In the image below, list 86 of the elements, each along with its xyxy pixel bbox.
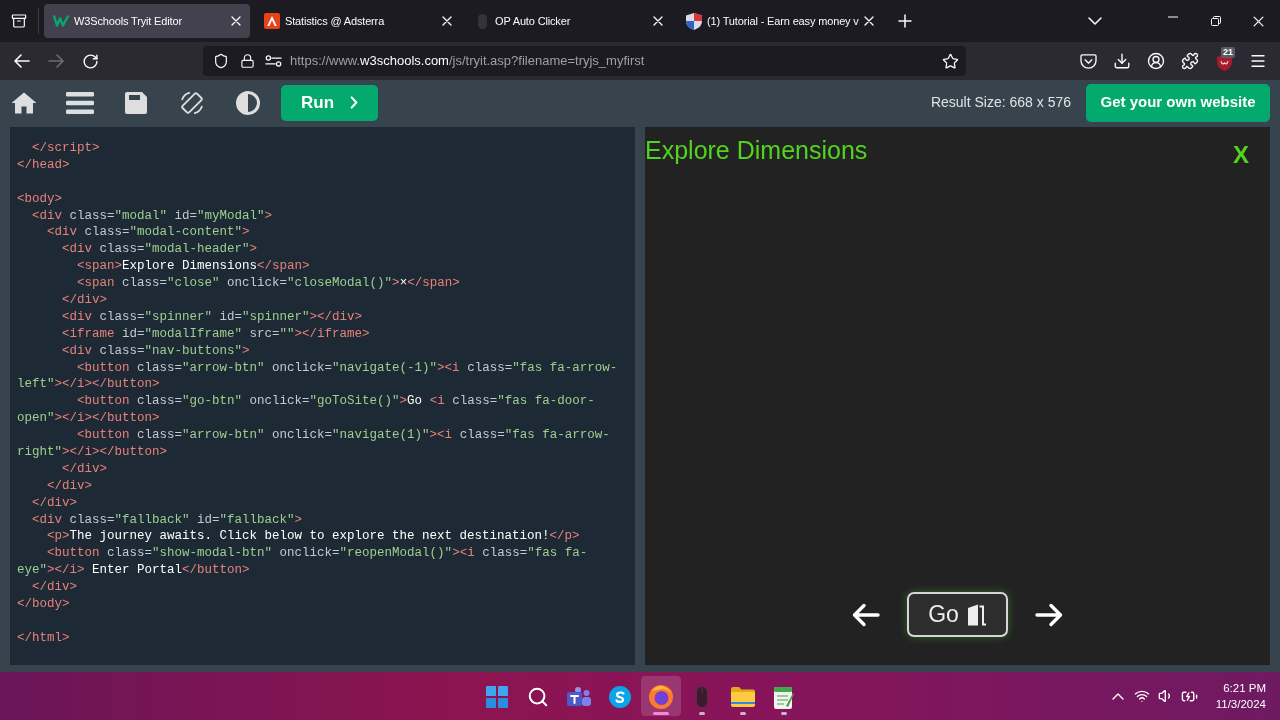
count-badge: 21: [1221, 47, 1235, 58]
code-line: <div class="modal-content">: [47, 225, 250, 240]
search-icon[interactable]: [526, 686, 549, 708]
menu-icon[interactable]: [1249, 52, 1267, 70]
menu-icon[interactable]: [66, 91, 94, 114]
code-line: <div class="nav-buttons">: [62, 343, 250, 358]
lock-icon[interactable]: [240, 53, 255, 69]
close-icon[interactable]: [231, 16, 241, 26]
chevron-up-icon[interactable]: [1111, 692, 1124, 700]
contrast-icon[interactable]: [236, 90, 260, 115]
browser-tab[interactable]: W3Schools Tryit Editor: [44, 4, 250, 38]
code-line: open"></i></button>: [17, 411, 160, 426]
code-line: <iframe id="modalIframe" src=""></iframe>: [62, 326, 370, 341]
folder-icon[interactable]: [730, 687, 755, 707]
code-editor[interactable]: [10, 127, 635, 665]
account-icon[interactable]: [1147, 52, 1165, 70]
code-line: eye"></i> Enter Portal</button>: [17, 563, 250, 578]
code-line: </div>: [62, 461, 108, 476]
puzzle-icon[interactable]: [1181, 52, 1199, 70]
minimize-icon[interactable]: [1167, 15, 1178, 18]
browser-tab[interactable]: Statistics @ Adsterra: [255, 4, 461, 38]
code-line: right"></i></button>: [17, 445, 168, 460]
globe-icon[interactable]: [648, 685, 673, 709]
code-line: </head>: [17, 157, 70, 172]
rotate-icon[interactable]: [179, 89, 205, 116]
zigzag-logo-icon: [53, 15, 69, 27]
taskbar-app[interactable]: [640, 676, 681, 716]
url-text[interactable]: https://www.w3schools.com/js/tryit.asp?filename=tryjs_myfirst: [290, 51, 645, 71]
code-line: <span class="close" onclick="closeModal()">×</span>: [77, 276, 460, 291]
code-line: <span>Explore Dimensions</span>: [77, 259, 310, 274]
close-icon[interactable]: [1253, 15, 1264, 27]
chevron-right-icon: [350, 96, 358, 109]
shield-icon: [686, 12, 702, 30]
arrow-right-icon[interactable]: [1035, 602, 1063, 627]
chevron-down-icon[interactable]: [1088, 17, 1102, 25]
pill-icon: [478, 13, 487, 29]
code-line: <p>The journey awaits. Click below to explore the next destination!</p>: [47, 529, 580, 544]
close-icon[interactable]: [442, 16, 452, 26]
code-line: </div>: [32, 580, 78, 595]
address-field[interactable]: https://www.w3schools.com/js/tryit.asp?filename=tryjs_myfirst: [203, 46, 966, 76]
clock-date[interactable]: 11/3/2024: [1215, 696, 1266, 712]
code-line: <button class="show-modal-btn" onclick="reopenModal()"><i class="fas fa-: [47, 546, 588, 561]
archive-icon[interactable]: [11, 13, 27, 29]
code-line: <button class="go-btn" onclick="goToSite()">Go <i class="fas fa-door-: [77, 394, 595, 409]
close-icon[interactable]: [653, 16, 663, 26]
go-button[interactable]: Go: [907, 592, 1008, 637]
code-line: </script>: [32, 141, 100, 155]
code-line: </div>: [47, 478, 93, 493]
shield-icon[interactable]: [213, 53, 229, 69]
save-icon[interactable]: [125, 91, 147, 114]
code-line: </body>: [17, 597, 70, 612]
code-line: left"></i></button>: [17, 377, 160, 392]
code-line: </div>: [32, 495, 78, 510]
close-icon[interactable]: [864, 16, 874, 26]
code-line: <body>: [17, 191, 62, 206]
modal-title: Explore Dimensions: [645, 135, 868, 165]
wifi-icon[interactable]: [1133, 688, 1150, 704]
plus-icon[interactable]: [898, 14, 912, 28]
home-icon[interactable]: [11, 91, 37, 114]
modal-close[interactable]: X: [1233, 142, 1249, 168]
star-icon[interactable]: [942, 52, 959, 70]
sliders-icon[interactable]: [265, 55, 282, 67]
browser-tab[interactable]: OP Auto Clicker: [466, 4, 672, 38]
browser-tab[interactable]: (1) Tutorial - Earn easy money v: [677, 4, 883, 38]
triangle-tile-icon: [264, 13, 280, 29]
door-icon: [966, 603, 987, 626]
code-line: <div class="spinner" id="spinner"></div>: [62, 309, 363, 324]
code-line: <button class="arrow-btn" onclick="navigate(-1)"><i class="fas fa-arrow-: [77, 360, 618, 375]
people-tile-icon[interactable]: [566, 687, 591, 707]
notepad-icon[interactable]: [773, 685, 794, 709]
pocket-icon[interactable]: [1079, 53, 1097, 69]
clock-time[interactable]: 6:21 PM: [1223, 680, 1266, 696]
four-squares-icon[interactable]: [485, 686, 508, 708]
code-line: <div class="modal" id="myModal">: [32, 208, 273, 223]
code-line: </div>: [62, 293, 108, 307]
result-size-text: Result Size: 668 x 576: [930, 93, 1071, 112]
code-line: <button class="arrow-btn" onclick="navigate(1)"><i class="fas fa-arrow-: [77, 428, 610, 443]
restore-icon[interactable]: [1210, 15, 1221, 26]
download-icon[interactable]: [1113, 52, 1131, 70]
swirl-circle-icon[interactable]: [608, 686, 631, 708]
code-line: <div class="modal-header">: [62, 242, 258, 257]
code-line: </html>: [17, 630, 70, 645]
code-line: <div class="fallback" id="fallback">: [32, 512, 303, 527]
reload-icon[interactable]: [81, 52, 99, 70]
back-arrow-icon[interactable]: [14, 54, 30, 68]
arrow-left-icon[interactable]: [852, 602, 880, 627]
